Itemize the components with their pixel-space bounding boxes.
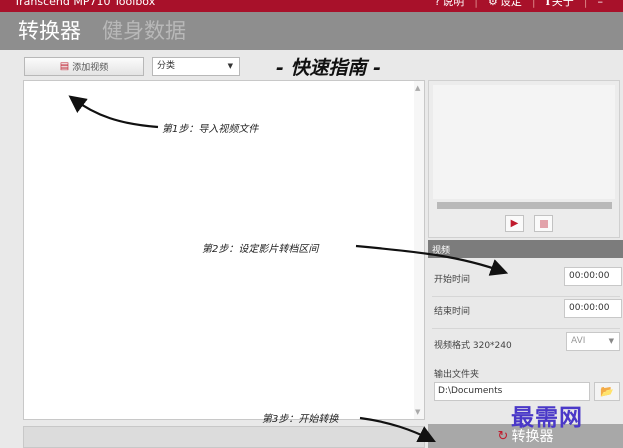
settings-button[interactable]: ⚙ 设定: [488, 0, 522, 8]
divider: [432, 328, 620, 329]
gear-icon: ⚙: [488, 0, 498, 8]
video-settings-panel: 视频 开始时间 00:00:00 结束时间 00:00:00 视频格式 320*…: [428, 240, 623, 420]
question-icon: ?: [434, 0, 441, 8]
step3-annotation: 第3步：开始转换: [262, 414, 339, 425]
scroll-up-icon[interactable]: ▲: [415, 84, 420, 92]
chevron-down-icon: ▼: [227, 62, 233, 70]
settings-label: 设定: [499, 0, 522, 8]
about-button[interactable]: ℹ 关于: [546, 0, 574, 8]
quick-guide-title: - 快速指南 -: [276, 57, 382, 79]
end-time-field[interactable]: 00:00:00: [564, 299, 622, 318]
folder-open-icon: 📂: [600, 385, 614, 398]
help-label: 说明: [442, 0, 465, 8]
scroll-down-icon[interactable]: ▼: [415, 408, 420, 416]
help-button[interactable]: ? 说明: [434, 0, 464, 8]
browse-folder-button[interactable]: 📂: [594, 382, 620, 401]
main-nav: 转换器 健身数据: [0, 12, 623, 50]
chevron-down-icon: ▼: [608, 337, 614, 345]
play-icon: ▶: [510, 218, 519, 229]
format-value: AVI: [571, 336, 586, 346]
playback-progress-bar[interactable]: [437, 202, 612, 209]
start-time-field[interactable]: 00:00:00: [564, 267, 622, 286]
title-bar: Transcend MP710 Toolbox ? 说明 | ⚙ 设定 | ℹ …: [0, 0, 623, 12]
step2-annotation: 第2步：设定影片转档区间: [202, 244, 319, 255]
preview-screen: [433, 85, 615, 199]
toolbar: ▤ 添加视频 分类 ▼ - 快速指南 -: [0, 52, 623, 79]
app-title: Transcend MP710 Toolbox: [14, 0, 156, 8]
stop-button[interactable]: [534, 215, 553, 232]
title-bar-actions: ? 说明 | ⚙ 设定 | ℹ 关于 | –: [434, 0, 603, 8]
minimize-button[interactable]: –: [598, 0, 604, 8]
film-icon: ▤: [59, 61, 70, 72]
about-label: 关于: [551, 0, 574, 8]
divider: |: [583, 0, 588, 8]
start-time-label: 开始时间: [434, 275, 471, 285]
add-video-button[interactable]: ▤ 添加视频: [24, 57, 144, 76]
tab-fitness-data[interactable]: 健身数据: [102, 18, 186, 44]
divider: |: [531, 0, 536, 8]
category-value: 分类: [157, 61, 176, 71]
stop-icon: [539, 219, 548, 228]
output-folder-label: 输出文件夹: [434, 370, 480, 380]
info-icon: ℹ: [545, 0, 550, 8]
play-button[interactable]: ▶: [505, 215, 524, 232]
refresh-icon: ↻: [497, 428, 509, 444]
divider: [432, 296, 620, 297]
add-video-label: 添加视频: [72, 63, 109, 73]
format-select[interactable]: AVI ▼: [566, 332, 620, 351]
category-select[interactable]: 分类 ▼: [152, 57, 240, 76]
watermark-logo: 最需网: [511, 404, 583, 431]
step1-annotation: 第1步：导入视频文件: [162, 124, 259, 135]
end-time-label: 结束时间: [434, 307, 471, 317]
video-format-label: 视频格式 320*240: [434, 341, 512, 351]
list-status-bar: [23, 426, 425, 448]
settings-header: 视频: [428, 240, 623, 258]
video-preview: ▶: [428, 80, 620, 238]
divider: |: [474, 0, 478, 8]
tab-converter[interactable]: 转换器: [18, 18, 81, 44]
list-scrollbar[interactable]: ▲ ▼: [414, 81, 424, 419]
